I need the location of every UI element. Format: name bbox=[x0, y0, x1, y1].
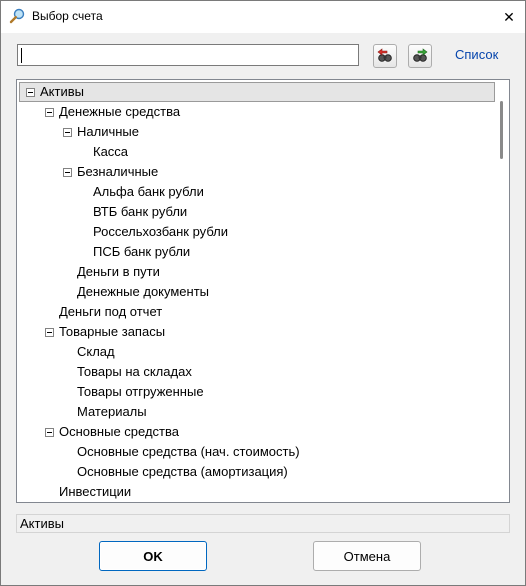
tree-scrollbar[interactable] bbox=[496, 81, 508, 501]
tree-item-label: Склад bbox=[77, 344, 115, 359]
collapse-icon[interactable] bbox=[45, 428, 54, 437]
tree-item-label: Основные средства (амортизация) bbox=[77, 464, 288, 479]
search-input[interactable] bbox=[18, 45, 358, 65]
close-button[interactable]: ✕ bbox=[493, 1, 525, 33]
list-link[interactable]: Список bbox=[455, 47, 498, 62]
binoculars-back-icon bbox=[377, 48, 392, 62]
window-title: Выбор счета bbox=[32, 9, 103, 23]
text-caret bbox=[21, 48, 22, 63]
tree-item-label: ВТБ банк рубли bbox=[93, 204, 188, 219]
tree-item-label: Денежные средства bbox=[59, 104, 181, 119]
cancel-button[interactable]: Отмена bbox=[313, 541, 421, 571]
tree-item-label: Деньги в пути bbox=[77, 264, 160, 279]
find-previous-button[interactable] bbox=[373, 44, 397, 68]
close-icon: ✕ bbox=[503, 8, 515, 25]
tree-item-label: Активы bbox=[40, 84, 84, 99]
tree-item-label: Товары отгруженные bbox=[77, 384, 204, 399]
selected-account-field: Активы bbox=[16, 514, 510, 533]
ok-button[interactable]: OK bbox=[99, 541, 207, 571]
tree-item-label: Россельхозбанк рубли bbox=[93, 224, 229, 239]
tree-item-label: Денежные документы bbox=[77, 284, 210, 299]
tree-item-label: Товары на складах bbox=[77, 364, 192, 379]
tree-item-label: Товарные запасы bbox=[59, 324, 166, 339]
search-field[interactable] bbox=[17, 44, 359, 66]
account-tree[interactable]: Активы Денежные средства Наличные Касса Безн… bbox=[16, 79, 510, 503]
tree-item-label: Деньги под отчет bbox=[59, 304, 163, 319]
scrollbar-thumb[interactable] bbox=[500, 101, 503, 159]
tree-item-label: Инвестиции bbox=[59, 484, 132, 499]
tree-item-label: Наличные bbox=[77, 124, 139, 139]
dialog-window: Выбор счета ✕ Список Активы Денежные сред… bbox=[0, 0, 526, 586]
collapse-icon[interactable] bbox=[63, 128, 72, 137]
tree-item-label: Основные средства bbox=[59, 424, 179, 439]
collapse-icon[interactable] bbox=[45, 328, 54, 337]
tree-item-label: Основные средства (нач. стоимость) bbox=[77, 444, 300, 459]
magnifier-icon bbox=[9, 8, 25, 24]
tree-item-label: ПСБ банк рубли bbox=[93, 244, 191, 259]
binoculars-forward-icon bbox=[413, 48, 428, 62]
collapse-icon[interactable] bbox=[63, 168, 72, 177]
tree-item[interactable]: Активы bbox=[19, 82, 495, 102]
tree-item-label: Безналичные bbox=[77, 164, 159, 179]
tree-item-label: Касса bbox=[93, 144, 129, 159]
collapse-icon[interactable] bbox=[45, 108, 54, 117]
find-next-button[interactable] bbox=[408, 44, 432, 68]
tree-item-label: Альфа банк рубли bbox=[93, 184, 204, 199]
title-bar: Выбор счета ✕ bbox=[1, 1, 525, 33]
tree-item-label: Материалы bbox=[77, 404, 147, 419]
collapse-icon[interactable] bbox=[26, 88, 35, 97]
